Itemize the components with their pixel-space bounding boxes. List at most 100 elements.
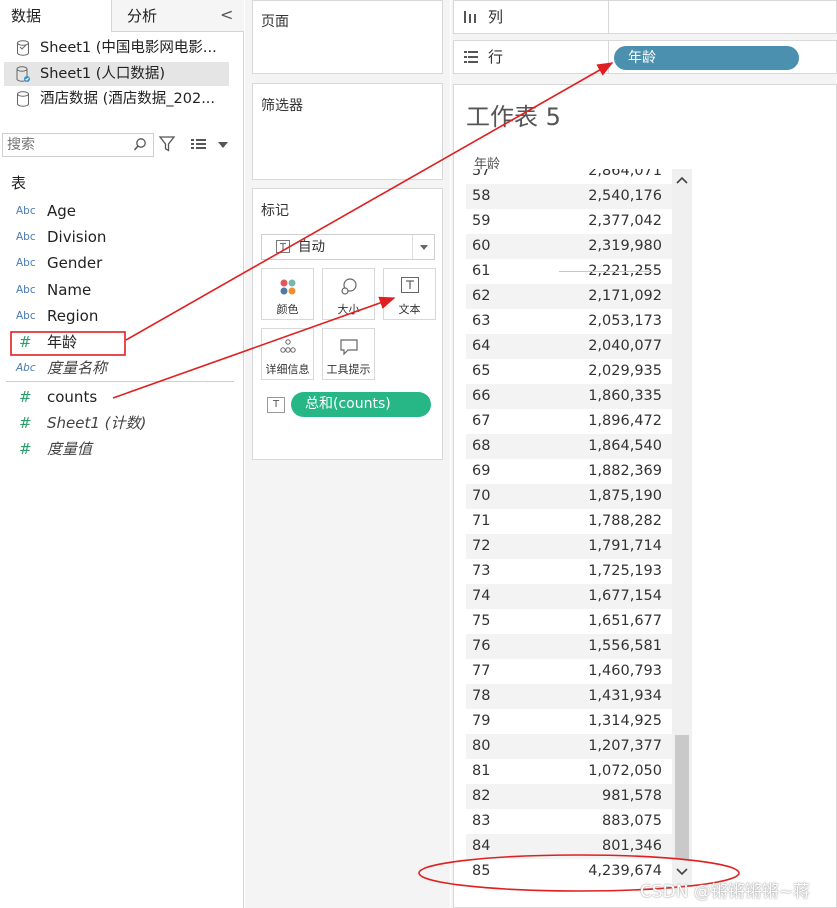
pages-card[interactable]: 页面	[252, 0, 443, 74]
size-button[interactable]: 大小	[322, 268, 375, 320]
field-label: Age	[47, 202, 77, 220]
age-cell: 78	[472, 688, 491, 704]
number-type-icon: #	[19, 388, 32, 406]
field-nianling[interactable]: # 年龄	[0, 329, 240, 355]
filter-icon[interactable]	[158, 135, 176, 153]
table-row[interactable]: 70 1,875,190	[466, 484, 674, 509]
counts-cell: 2,540,176	[588, 188, 662, 204]
marks-title: 标记	[261, 203, 289, 219]
age-row-pill[interactable]: 年龄	[614, 46, 799, 70]
table-row[interactable]: 71 1,788,282	[466, 509, 674, 534]
sum-counts-pill[interactable]: 总和(counts)	[291, 392, 431, 417]
string-type-icon: Abc	[16, 231, 36, 243]
counts-cell: 1,207,377	[588, 738, 662, 754]
collapse-pane-icon[interactable]: <	[220, 0, 233, 32]
table-row[interactable]: 57 2,864,071	[466, 169, 674, 184]
filters-card[interactable]: 筛选器	[252, 83, 443, 180]
data-pane: 数据 分析 < Sheet1 (中国电影网电影... Sheet1 (人口数据)…	[0, 0, 244, 908]
table-row[interactable]: 63 2,053,173	[466, 309, 674, 334]
sheet-title: 工作表 5	[466, 103, 561, 131]
datasource-item[interactable]: Sheet1 (中国电影网电影...	[4, 36, 229, 60]
scroll-down-icon[interactable]	[676, 867, 688, 877]
datasource-item[interactable]: 酒店数据 (酒店数据_202...	[4, 87, 229, 111]
table-row[interactable]: 82 981,578	[466, 784, 674, 809]
mark-type-label: 自动	[298, 239, 325, 255]
field-measure-values[interactable]: # 度量值	[0, 436, 240, 462]
table-row[interactable]: 59 2,377,042	[466, 209, 674, 234]
columns-shelf[interactable]: 列	[453, 0, 837, 34]
counts-cell: 2,040,077	[588, 338, 662, 354]
search-input[interactable]	[3, 134, 123, 156]
table-row[interactable]: 67 1,896,472	[466, 409, 674, 434]
table-row[interactable]: 62 2,171,092	[466, 284, 674, 309]
color-dots-icon	[280, 279, 295, 295]
age-cell: 84	[472, 838, 491, 854]
age-cell: 73	[472, 563, 491, 579]
table-row[interactable]: 80 1,207,377	[466, 734, 674, 759]
age-cell: 65	[472, 363, 491, 379]
counts-cell: 1,677,154	[588, 588, 662, 604]
mark-type-select[interactable]: 自动	[261, 234, 435, 260]
text-mark-icon	[276, 240, 290, 253]
table-row[interactable]: 74 1,677,154	[466, 584, 674, 609]
size-label: 大小	[337, 303, 360, 316]
table-row[interactable]: 68 1,864,540	[466, 434, 674, 459]
scroll-up-icon[interactable]	[676, 175, 688, 185]
counts-cell: 2,319,980	[588, 238, 662, 254]
field-gender[interactable]: Abc Gender	[0, 250, 240, 276]
search-icon[interactable]	[133, 137, 147, 153]
rows-icon	[464, 51, 478, 63]
table-row[interactable]: 75 1,651,677	[466, 609, 674, 634]
table-row[interactable]: 78 1,431,934	[466, 684, 674, 709]
detail-button[interactable]: 详细信息	[261, 328, 314, 380]
table-row[interactable]: 60 2,319,980	[466, 234, 674, 259]
field-label: Sheet1 (计数)	[47, 414, 147, 432]
view-list-icon[interactable]	[190, 138, 208, 152]
search-box[interactable]	[2, 133, 154, 157]
tooltip-button[interactable]: 工具提示	[322, 328, 375, 380]
text-button[interactable]: 文本	[383, 268, 436, 320]
age-cell: 63	[472, 313, 491, 329]
rows-shelf[interactable]: 行 年龄	[453, 40, 837, 74]
table-row[interactable]: 58 2,540,176	[466, 184, 674, 209]
table-row[interactable]: 81 1,072,050	[466, 759, 674, 784]
counts-cell: 1,864,540	[588, 438, 662, 454]
text-encoding-icon: T	[267, 397, 285, 413]
datasource-item-selected[interactable]: Sheet1 (人口数据)	[4, 62, 229, 86]
field-name[interactable]: Abc Name	[0, 277, 240, 303]
field-age[interactable]: Abc Age	[0, 198, 240, 224]
table-row[interactable]: 84 801,346	[466, 834, 674, 859]
age-cell: 66	[472, 388, 491, 404]
counts-cell: 1,431,934	[588, 688, 662, 704]
scrollbar-thumb[interactable]	[675, 735, 689, 859]
columns-icon	[464, 11, 476, 23]
table-row[interactable]: 76 1,556,581	[466, 634, 674, 659]
field-counts[interactable]: # counts	[0, 384, 240, 410]
color-button[interactable]: 颜色	[261, 268, 314, 320]
field-label: Gender	[47, 254, 103, 272]
table-row[interactable]: 73 1,725,193	[466, 559, 674, 584]
vertical-scrollbar[interactable]	[672, 169, 692, 887]
age-cell: 67	[472, 413, 491, 429]
tab-data[interactable]: 数据	[0, 0, 111, 32]
tooltip-label: 工具提示	[326, 363, 371, 376]
field-label: Division	[47, 228, 107, 246]
counts-cell: 1,460,793	[588, 663, 662, 679]
age-cell: 61	[472, 263, 491, 279]
field-measure-names[interactable]: Abc 度量名称	[0, 355, 240, 381]
table-row[interactable]: 66 1,860,335	[466, 384, 674, 409]
field-region[interactable]: Abc Region	[0, 303, 240, 329]
field-division[interactable]: Abc Division	[0, 224, 240, 250]
table-row[interactable]: 83 883,075	[466, 809, 674, 834]
table-row[interactable]: 72 1,791,714	[466, 534, 674, 559]
counts-cell: 1,788,282	[588, 513, 662, 529]
chevron-down-icon[interactable]	[218, 141, 228, 149]
table-row[interactable]: 77 1,460,793	[466, 659, 674, 684]
age-cell: 85	[472, 863, 491, 879]
table-row[interactable]: 69 1,882,369	[466, 459, 674, 484]
table-row[interactable]: 65 2,029,935	[466, 359, 674, 384]
table-row[interactable]: 64 2,040,077	[466, 334, 674, 359]
table-row[interactable]: 79 1,314,925	[466, 709, 674, 734]
field-sheet1-count[interactable]: # Sheet1 (计数)	[0, 410, 240, 436]
mark-type-dropdown[interactable]	[412, 235, 434, 259]
